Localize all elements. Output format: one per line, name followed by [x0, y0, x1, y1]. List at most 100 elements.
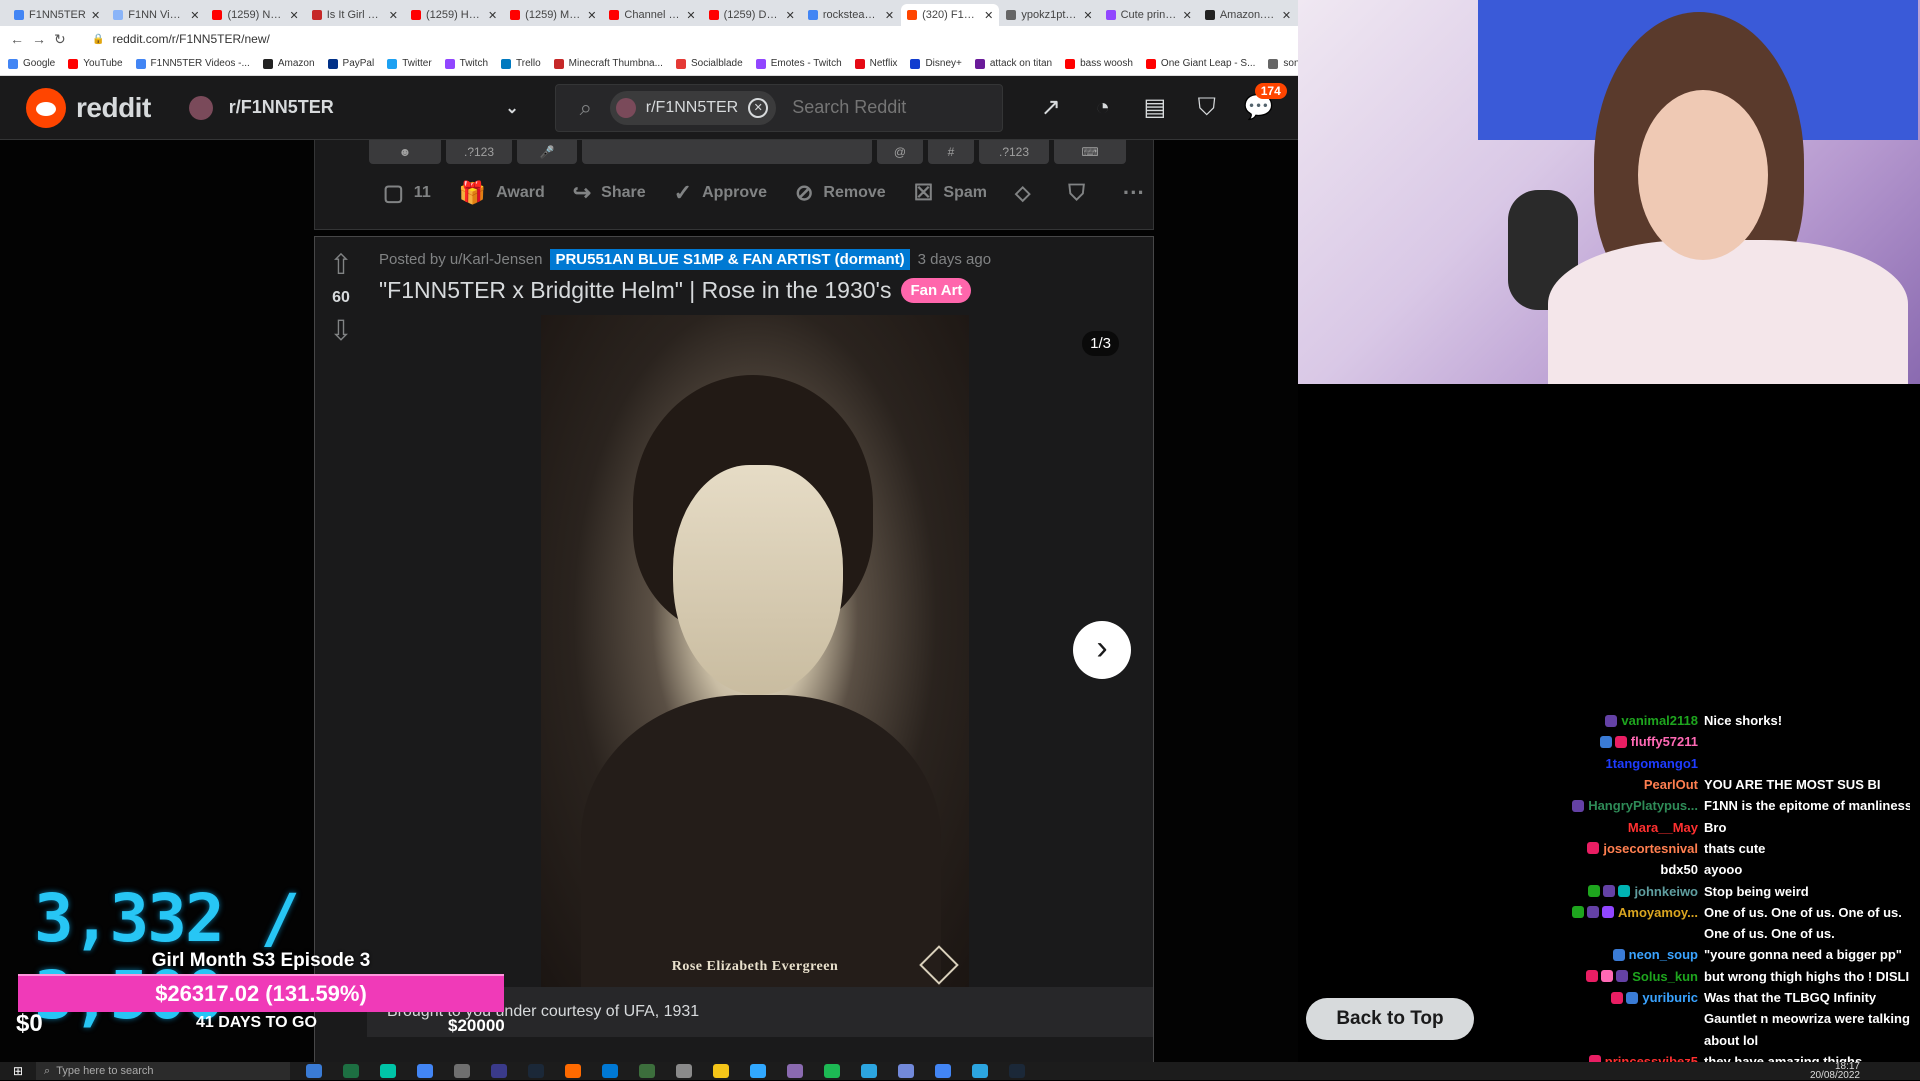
upvote-arrow-icon[interactable]: ⇧ — [315, 251, 367, 279]
close-tab-icon[interactable]: ✕ — [91, 9, 100, 22]
taskbar-app-icon[interactable] — [750, 1064, 766, 1078]
statistics-icon[interactable]: ◔ — [1077, 94, 1129, 122]
taskbar-app-icon[interactable] — [861, 1064, 877, 1078]
taskbar-app-icon[interactable] — [565, 1064, 581, 1078]
spam-button[interactable]: ☒ Spam — [914, 180, 987, 206]
taskbar-app-icon[interactable] — [972, 1064, 988, 1078]
bookmark-item[interactable]: One Giant Leap - S... — [1145, 58, 1255, 69]
close-tab-icon[interactable]: ✕ — [190, 9, 199, 22]
chat-username[interactable]: HangryPlatypus... — [1588, 798, 1698, 813]
chat-username[interactable]: Amoyamoy... — [1618, 905, 1698, 920]
gallery-image[interactable]: Rose Elizabeth Evergreen — [541, 315, 969, 987]
taskbar-app-icon[interactable] — [935, 1064, 951, 1078]
browser-tab[interactable]: F1NN Videos ✕ — [107, 4, 205, 26]
bookmark-item[interactable]: Trello — [501, 58, 541, 69]
browser-tab[interactable]: ypokz1ptbqi ✕ — [1000, 4, 1098, 26]
bookmark-item[interactable]: Twitter — [387, 58, 432, 69]
browser-tab[interactable]: Cute princes ✕ — [1100, 4, 1198, 26]
forward-arrow-icon[interactable]: → — [32, 31, 54, 47]
chat-username[interactable]: 1tangomango1 — [1606, 756, 1698, 771]
url-text[interactable]: reddit.com/r/F1NN5TER/new/ — [112, 32, 269, 46]
chat-username[interactable]: fluffy57211 — [1631, 734, 1698, 749]
gallery-next-button[interactable]: › — [1073, 621, 1131, 679]
close-tab-icon[interactable]: ✕ — [1183, 9, 1192, 22]
award-button[interactable]: 🎁 Award — [459, 180, 545, 206]
close-tab-icon[interactable]: ✕ — [885, 9, 894, 22]
popular-arrow-icon[interactable]: ↗ — [1025, 93, 1077, 122]
bookmark-item[interactable]: songs — [1268, 58, 1298, 69]
taskbar-app-icon[interactable] — [491, 1064, 507, 1078]
close-tab-icon[interactable]: ✕ — [289, 9, 298, 22]
downvote-arrow-icon[interactable]: ⇩ — [315, 317, 367, 345]
close-icon[interactable]: ✕ — [748, 97, 769, 118]
browser-tab[interactable]: (1259) How t ✕ — [405, 4, 503, 26]
back-arrow-icon[interactable]: ← — [10, 31, 32, 47]
taskbar-app-icon[interactable] — [528, 1064, 544, 1078]
chat-username[interactable]: Solus_kun — [1632, 969, 1698, 984]
browser-tab[interactable]: Channel anal ✕ — [603, 4, 701, 26]
reload-icon[interactable]: ↻ — [54, 31, 76, 48]
post-flair-tag[interactable]: Fan Art — [901, 278, 972, 303]
close-tab-icon[interactable]: ✕ — [1282, 9, 1291, 22]
chat-username[interactable]: Mara__May — [1628, 820, 1698, 835]
taskbar-app-icon[interactable] — [676, 1064, 692, 1078]
shield-icon[interactable]: ⛉ — [1181, 94, 1233, 122]
taskbar-app-icon[interactable] — [1009, 1064, 1025, 1078]
close-tab-icon[interactable]: ✕ — [1083, 9, 1092, 22]
taskbar-search[interactable]: ⌕ Type here to search — [36, 1062, 290, 1080]
tag-button[interactable]: ⬦ — [1015, 180, 1040, 206]
approve-button[interactable]: ✓ Approve — [674, 180, 767, 206]
close-tab-icon[interactable]: ✕ — [786, 9, 795, 22]
mod-queue-icon[interactable]: ▤ — [1129, 93, 1181, 122]
taskbar-app-icon[interactable] — [380, 1064, 396, 1078]
post-title[interactable]: "F1NN5TER x Bridgitte Helm" | Rose in th… — [379, 277, 972, 304]
chat-username[interactable]: neon_soup — [1629, 947, 1698, 962]
chat-username[interactable]: johnkeiwo — [1634, 884, 1698, 899]
browser-tab[interactable]: (1259) My Lo ✕ — [504, 4, 602, 26]
share-button[interactable]: ↪ Share — [573, 180, 646, 206]
search-bar[interactable]: ⌕ r/F1NN5TER ✕ — [554, 83, 1003, 132]
chat-username[interactable]: bdx50 — [1660, 862, 1698, 877]
bookmark-item[interactable]: Amazon — [262, 58, 315, 69]
post-author[interactable]: Posted by u/Karl-Jensen — [379, 251, 542, 268]
taskbar-app-icon[interactable] — [306, 1064, 322, 1078]
browser-tab[interactable]: rockstead rg ✕ — [802, 4, 900, 26]
close-tab-icon[interactable]: ✕ — [488, 9, 497, 22]
taskbar-app-icon[interactable] — [454, 1064, 470, 1078]
reddit-logo[interactable]: reddit — [26, 87, 151, 128]
close-tab-icon[interactable]: ✕ — [587, 9, 596, 22]
bookmark-item[interactable]: Emotes - Twitch — [755, 58, 842, 69]
bookmark-item[interactable]: F1NN5TER Videos -... — [135, 58, 250, 69]
bookmark-item[interactable]: Google — [8, 58, 55, 69]
bookmark-item[interactable]: Disney+ — [910, 58, 962, 69]
browser-tab[interactable]: (320) F1NN5 ✕ — [901, 4, 1000, 26]
bookmark-item[interactable]: attack on titan — [974, 58, 1052, 69]
windows-start-icon[interactable]: ⊞ — [0, 1064, 36, 1078]
more-options-button[interactable]: ··· — [1123, 180, 1155, 206]
chat-username[interactable]: josecortesnival — [1603, 841, 1698, 856]
browser-tab[interactable]: (1259) Desig ✕ — [703, 4, 801, 26]
close-tab-icon[interactable]: ✕ — [389, 9, 398, 22]
chat-username[interactable]: yuriburic — [1642, 990, 1698, 1005]
browser-tab[interactable]: Amazon.co.u ✕ — [1199, 4, 1297, 26]
shield-button[interactable]: ⛉ — [1068, 180, 1095, 206]
browser-tab[interactable]: Is It Girl Mon ✕ — [306, 4, 404, 26]
comments-button[interactable]: ▢ 11 — [383, 180, 431, 206]
taskbar-app-icon[interactable] — [343, 1064, 359, 1078]
post-title-text[interactable]: "F1NN5TER x Bridgitte Helm" | Rose in th… — [379, 277, 891, 304]
remove-button[interactable]: ⊘ Remove — [795, 180, 886, 206]
bookmark-item[interactable]: Socialblade — [675, 58, 743, 69]
chat-icon[interactable]: 💬 174 — [1233, 83, 1287, 122]
browser-tab[interactable]: (1259) Never ✕ — [206, 4, 304, 26]
close-tab-icon[interactable]: ✕ — [984, 9, 993, 22]
bookmark-item[interactable]: bass woosh — [1065, 58, 1133, 69]
chat-username[interactable]: PearlOut — [1644, 777, 1698, 792]
browser-tab[interactable]: F1NN5TER ✕ — [8, 4, 106, 26]
taskbar-app-icon[interactable] — [602, 1064, 618, 1078]
chat-username[interactable]: vanimal2118 — [1621, 713, 1698, 728]
search-input[interactable] — [790, 96, 971, 119]
taskbar-app-icon[interactable] — [417, 1064, 433, 1078]
bookmark-item[interactable]: PayPal — [327, 58, 374, 69]
community-selector[interactable]: r/F1NN5TER ⌄ — [188, 95, 519, 120]
bookmark-item[interactable]: Minecraft Thumbna... — [553, 58, 663, 69]
